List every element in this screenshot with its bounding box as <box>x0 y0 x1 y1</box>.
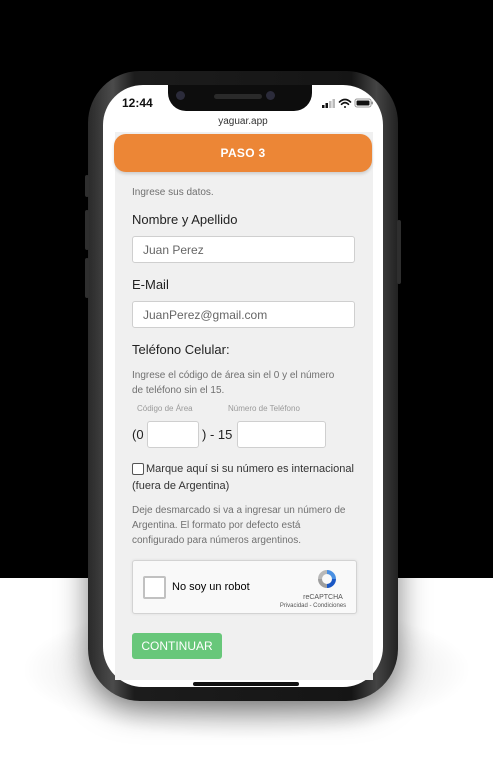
email-label: E-Mail <box>132 277 169 292</box>
signal-icon <box>322 99 335 108</box>
phone-help-line-1: Ingrese el código de área sin el 0 y el … <box>132 370 335 381</box>
international-help-line-3: configurado para números argentinos. <box>132 535 301 546</box>
step-header: PASO 3 <box>114 134 372 172</box>
recaptcha-label: No soy un robot <box>172 581 250 593</box>
step-title: PASO 3 <box>220 146 266 160</box>
international-checkbox[interactable] <box>132 463 144 475</box>
speaker-icon <box>214 94 262 99</box>
area-code-caption: Código de Área <box>137 404 193 413</box>
name-input-value: Juan Perez <box>143 242 204 257</box>
side-button-volume-up <box>85 210 89 250</box>
email-input[interactable]: JuanPerez@gmail.com <box>132 301 355 328</box>
front-camera-icon <box>176 91 185 100</box>
area-code-input[interactable] <box>147 421 199 448</box>
continue-button[interactable]: CONTINUAR <box>132 633 222 659</box>
sensor-icon <box>266 91 275 100</box>
phone-prefix: ) - 15 <box>202 427 233 442</box>
recaptcha-checkbox[interactable] <box>143 576 166 599</box>
email-input-value: JuanPerez@gmail.com <box>143 307 268 322</box>
battery-icon <box>354 98 373 108</box>
area-code-prefix: (0 <box>132 427 144 442</box>
international-label-line-2: (fuera de Argentina) <box>132 480 230 492</box>
continue-button-label: CONTINUAR <box>141 639 213 653</box>
side-button-mute <box>85 175 89 197</box>
phone-number-input[interactable] <box>237 421 326 448</box>
name-input[interactable]: Juan Perez <box>132 236 355 263</box>
recaptcha-brand: reCAPTCHA <box>303 594 343 601</box>
home-indicator <box>193 682 299 686</box>
phone-number-caption: Número de Teléfono <box>228 404 300 413</box>
international-help-line-2: Argentina. El formato por defecto está <box>132 520 301 531</box>
name-label: Nombre y Apellido <box>132 212 238 227</box>
phone-notch <box>168 85 312 111</box>
recaptcha-links[interactable]: Privacidad - Condiciones <box>273 603 353 609</box>
phone-label: Teléfono Celular: <box>132 342 230 357</box>
wifi-icon <box>338 98 352 108</box>
recaptcha-widget: No soy un robot reCAPTCHA Privacidad - C… <box>132 560 357 614</box>
phone-help-line-2: de teléfono sin el 15. <box>132 385 225 396</box>
browser-url[interactable]: yaguar.app <box>103 116 383 127</box>
international-label-line-1: Marque aquí si su número es internaciona… <box>146 463 354 475</box>
intro-text: Ingrese sus datos. <box>132 187 214 198</box>
recaptcha-logo-icon <box>318 570 336 588</box>
status-time: 12:44 <box>122 96 153 110</box>
side-button-power <box>397 220 401 284</box>
international-help-line-1: Deje desmarcado si va a ingresar un núme… <box>132 505 346 516</box>
status-icons <box>322 98 373 108</box>
side-button-volume-down <box>85 258 89 298</box>
